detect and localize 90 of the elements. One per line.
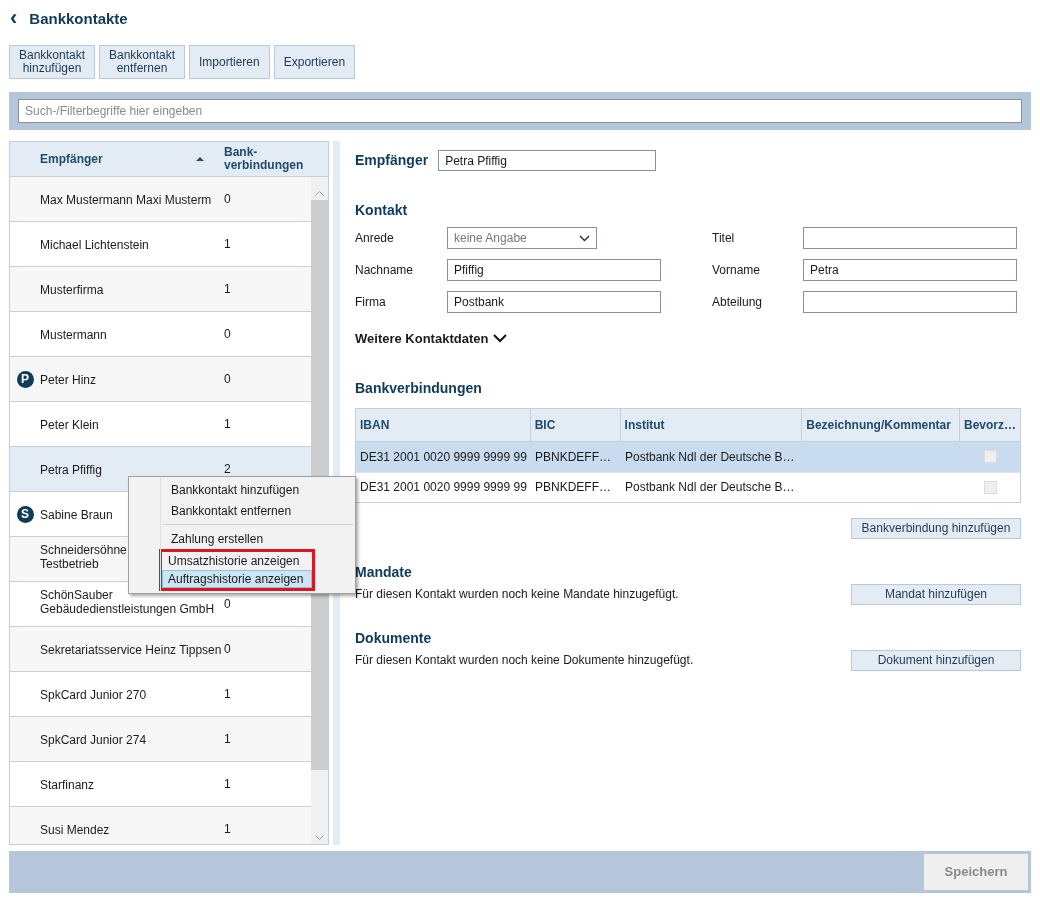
section-heading: Kontakt: [355, 201, 409, 220]
contact-name: Susi Mendez: [40, 823, 110, 837]
column-header[interactable]: BIC: [530, 408, 621, 441]
input-field[interactable]: Pfiffig: [447, 259, 661, 281]
contact-name: Petra Pfiffig: [40, 463, 102, 477]
contact-name: Peter Hinz: [40, 373, 97, 387]
column-header[interactable]: Bezeichnung/Kommentar: [802, 408, 960, 441]
column-header[interactable]: Bevorz…: [960, 408, 1020, 441]
contact-name: Sekretariatsservice Heinz Tippsen: [40, 643, 222, 657]
connection-count: 0: [224, 596, 231, 613]
contact-name: Mustermann: [40, 328, 107, 342]
recipient-field[interactable]: Petra Pfiffig: [438, 150, 657, 171]
scroll-up-icon[interactable]: [315, 191, 324, 196]
connection-count: 0: [224, 191, 231, 208]
list-row[interactable]: Musterfirma 1: [10, 267, 311, 312]
table-cell-text: Postbank Ndl der Deutsche B…: [624, 448, 796, 466]
connection-count: 1: [224, 236, 231, 253]
search-field[interactable]: Such-/Filterbegriffe hier eingeben: [18, 99, 1022, 123]
field-label: Anrede: [355, 230, 395, 247]
list-row[interactable]: SpkCard Junior 274 1: [10, 717, 311, 762]
contact-name: Michael Lichtenstein: [40, 238, 149, 252]
contact-name: Max Mustermann Maxi Musterm: [40, 193, 212, 207]
salutation-dropdown[interactable]: keine Angabe: [447, 227, 597, 249]
connection-count: 0: [224, 371, 231, 388]
contact-name: SpkCard Junior 270: [40, 688, 147, 702]
connection-count: 1: [224, 416, 231, 433]
section-heading: Dokumente: [355, 628, 433, 648]
checkbox[interactable]: [984, 450, 997, 463]
column-header[interactable]: Bank-verbindungen: [216, 146, 302, 172]
contact-name: SchönSauber Gebäudedienstleistungen GmbH: [40, 588, 216, 616]
connection-count: 1: [224, 686, 231, 703]
toolbar-button[interactable]: Exportieren: [273, 45, 356, 79]
contact-name: SpkCard Junior 274: [40, 733, 147, 747]
add-button[interactable]: Dokument hinzufügen: [851, 649, 1021, 671]
back-button[interactable]: ‹: [10, 6, 18, 29]
input-field[interactable]: Postbank: [447, 291, 661, 313]
scroll-down-icon[interactable]: [315, 835, 324, 840]
list-row[interactable]: Max Mustermann Maxi Musterm 0: [10, 177, 311, 222]
field-label: Vorname: [712, 262, 762, 279]
table-cell-text: Postbank Ndl der Deutsche B…: [624, 479, 796, 496]
connection-count: 2: [224, 461, 231, 478]
input-field[interactable]: [803, 291, 1017, 313]
contact-name: Schneidersöhne Testbetrieb: [40, 543, 127, 571]
table-cell-text: DE31 2001 0020 9999 9999 99: [359, 479, 528, 496]
connection-count: 1: [224, 776, 231, 793]
connection-count: 1: [224, 281, 231, 298]
field-label: Empfänger: [355, 151, 429, 170]
column-header[interactable]: IBAN: [356, 408, 531, 441]
connection-count: 0: [224, 326, 231, 343]
contact-name: Musterfirma: [40, 283, 104, 297]
column-header[interactable]: Empfänger: [40, 150, 103, 168]
info-text: Für diesen Kontakt wurden noch keine Mandate hinzugefügt.: [355, 586, 679, 603]
connection-count: 1: [224, 731, 231, 748]
list-row[interactable]: Susi Mendez 1: [10, 807, 311, 844]
input-field[interactable]: [803, 227, 1017, 249]
connection-count: 1: [224, 821, 231, 838]
menu-item[interactable]: Auftragshistorie anzeigen: [162, 570, 312, 588]
input-field[interactable]: Petra: [803, 259, 1017, 281]
contact-name: Sabine Braun: [40, 508, 113, 522]
page-title: Bankkontakte: [29, 8, 128, 29]
field-label: Abteilung: [712, 294, 764, 311]
menu-item[interactable]: Bankkontakt entfernen: [132, 500, 352, 521]
field-label: Titel: [712, 230, 736, 247]
checkbox[interactable]: [984, 480, 997, 494]
section-heading: Bankverbindungen: [355, 378, 483, 398]
chevron-down-icon: [579, 234, 590, 242]
field-label: Firma: [355, 294, 387, 311]
section-heading: Mandate: [355, 562, 413, 582]
menu-item[interactable]: Umsatzhistorie anzeigen: [162, 552, 312, 570]
table-cell-text: PBNKDEFF…: [534, 479, 612, 496]
badge-icon: S: [16, 505, 34, 523]
toolbar-button[interactable]: Bankkontakt entfernen: [99, 45, 185, 79]
list-row[interactable]: P Peter Hinz 0: [10, 357, 311, 402]
table-cell-text: DE31 2001 0020 9999 9999 99: [359, 448, 528, 466]
toolbar-button[interactable]: Bankkontakt hinzufügen: [9, 45, 95, 79]
expand-toggle[interactable]: Weitere Kontaktdaten: [355, 329, 508, 349]
connection-count: 0: [224, 641, 231, 658]
add-bank-button[interactable]: Bankverbindung hinzufügen: [851, 517, 1021, 539]
table-cell-text: PBNKDEFF…: [534, 448, 612, 466]
add-button[interactable]: Mandat hinzufügen: [851, 583, 1021, 605]
menu-item[interactable]: Zahlung erstellen: [132, 528, 352, 549]
info-text: Für diesen Kontakt wurden noch keine Dokumente hinzugefügt.: [355, 652, 694, 669]
contact-name: Starfinanz: [40, 778, 95, 792]
table-row[interactable]: DE31 2001 0020 9999 9999 99 PBNKDEFF… Postbank Ndl der Deutsche B…: [356, 441, 1020, 472]
column-header[interactable]: Institut: [620, 408, 803, 441]
contact-name: Peter Klein: [40, 418, 99, 432]
field-label: Nachname: [355, 262, 415, 279]
list-row[interactable]: Sekretariatsservice Heinz Tippsen 0: [10, 627, 311, 672]
badge-icon: P: [16, 370, 34, 388]
toolbar-button[interactable]: Importieren: [189, 45, 270, 79]
